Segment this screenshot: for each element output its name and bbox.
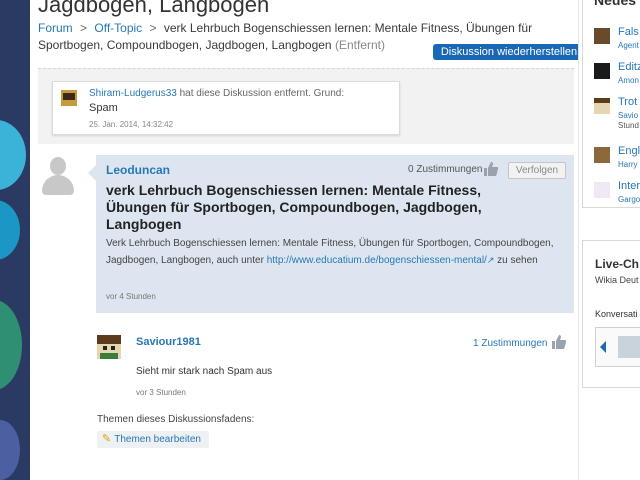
chat-conversations-label: Konversati [595, 309, 638, 319]
post-external-link[interactable]: http://www.educatium.de/bogenschiessen-m… [267, 255, 487, 266]
chat-user-carousel [595, 327, 640, 367]
rail-item-author[interactable]: Gargo [618, 194, 640, 205]
post-vote-count: 0 Zustimmungen [408, 164, 483, 175]
background-shape [0, 420, 20, 480]
edit-topics-label: Themen bearbeiten [114, 434, 201, 445]
page-title: Jagdbogen, Langbogen [38, 0, 270, 17]
avatar[interactable] [618, 336, 640, 358]
rail-item-title[interactable]: Engl [618, 145, 640, 157]
rail-item-author[interactable]: Agent [618, 40, 639, 51]
removed-action-text: hat diese Diskussion entfernt. Grund: [179, 88, 345, 99]
chat-heading: Live-Ch [595, 257, 640, 271]
rail-discussion-item[interactable]: Editz Amon [594, 61, 640, 91]
background-shape [0, 300, 22, 390]
thumbs-up-icon[interactable] [483, 161, 499, 177]
avatar[interactable] [61, 90, 77, 106]
discussion-post: Leoduncan 0 Zustimmungen Verfolgen verk … [88, 155, 574, 313]
rail-item-title[interactable]: Trot [618, 96, 637, 108]
background-shape [0, 120, 26, 190]
rail-item-author[interactable]: Savio [618, 110, 638, 121]
rail-discussion-item[interactable]: Fals Agent [594, 26, 640, 56]
restore-discussion-button[interactable]: Diskussion wiederherstellen [433, 44, 578, 60]
post-timestamp: vor 4 Stunden [106, 292, 156, 301]
rail-item-time: Stund [618, 121, 639, 130]
rail-divider [578, 0, 579, 480]
avatar[interactable] [594, 98, 610, 114]
reply-vote-count[interactable]: 1 Zustimmungen [473, 338, 547, 349]
removed-reason: Spam [89, 102, 118, 114]
rail-discussion-item[interactable]: Inter Gargo [594, 180, 640, 210]
removed-notice: Shiram-Ludgerus33 hat diese Diskussion e… [52, 81, 400, 135]
removed-by-user-link[interactable]: Shiram-Ludgerus33 [89, 88, 177, 99]
external-link-icon: ↗ [486, 255, 495, 265]
reply-text: Sieht mir stark nach Spam aus [136, 366, 273, 377]
rail-heading: Neues [594, 0, 637, 8]
rail-discussion-item[interactable]: Trot Savio Stund [594, 96, 640, 130]
thumbs-up-icon[interactable] [551, 334, 567, 350]
background-shape [0, 200, 20, 260]
breadcrumb-status: (Entfernt) [334, 38, 385, 52]
follow-button[interactable]: Verfolgen [508, 162, 566, 179]
chat-subtitle: Wikia Deut [595, 275, 639, 285]
breadcrumb-separator: > [80, 21, 88, 35]
rail-item-title[interactable]: Inter [618, 180, 640, 192]
rail-item-title[interactable]: Editz [618, 61, 640, 73]
reply-timestamp: vor 3 Stunden [136, 388, 186, 397]
rail-item-author[interactable]: Harry [618, 159, 638, 170]
breadcrumb-forum-link[interactable]: Forum [38, 21, 73, 35]
post-author-link[interactable]: Leoduncan [106, 163, 170, 177]
removed-by-line: Shiram-Ludgerus33 hat diese Diskussion e… [89, 88, 344, 99]
rail-item-author[interactable]: Amon [618, 75, 639, 86]
chevron-left-icon[interactable] [600, 341, 606, 353]
avatar[interactable] [594, 182, 610, 198]
reply-author-link[interactable]: Saviour1981 [136, 336, 201, 348]
breadcrumb-offtopic-link[interactable]: Off-Topic [94, 21, 142, 35]
avatar[interactable] [594, 147, 610, 163]
post-title: verk Lehrbuch Bogenschiessen lernen: Men… [106, 182, 482, 232]
post-body: Verk Lehrbuch Bogenschiessen lernen: Men… [106, 236, 558, 269]
topics-label: Themen dieses Diskussionsfadens: [97, 414, 255, 425]
pencil-icon: ✎ [102, 433, 112, 445]
avatar[interactable] [97, 335, 121, 359]
default-avatar-icon[interactable] [42, 157, 74, 195]
removed-timestamp: 25. Jan. 2014, 14:32:42 [89, 120, 174, 129]
post-body-suffix: zu sehen [497, 255, 538, 266]
main-content: Jagdbogen, Langbogen Forum > Off-Topic >… [30, 0, 578, 480]
breadcrumb-separator: > [149, 21, 157, 35]
avatar[interactable] [594, 28, 610, 44]
removed-notice-area: Shiram-Ludgerus33 hat diese Diskussion e… [38, 68, 574, 144]
live-chat-module: Live-Ch Wikia Deut Konversati [582, 240, 640, 388]
wiki-background-art [0, 0, 30, 480]
avatar[interactable] [594, 63, 610, 79]
edit-topics-button[interactable]: ✎ Themen bearbeiten [97, 431, 209, 448]
rail-discussion-item[interactable]: Engl Harry [594, 145, 640, 175]
rail-item-title[interactable]: Fals [618, 26, 639, 38]
right-rail: Neues Fals Agent Editz Amon Trot Savio S… [580, 0, 640, 480]
